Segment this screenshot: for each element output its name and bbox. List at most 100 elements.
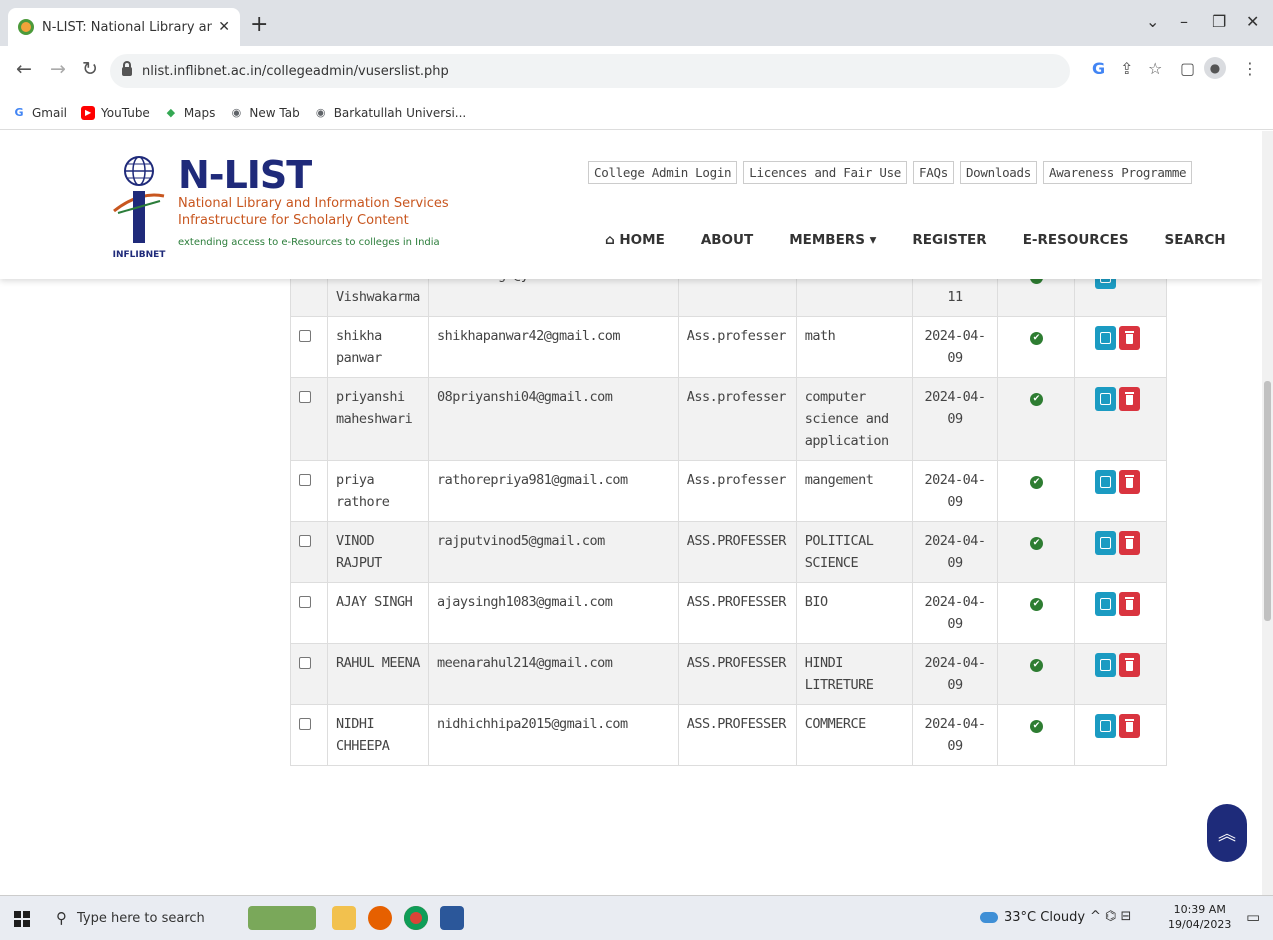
menu-dots-icon[interactable]: ⋮: [1242, 59, 1258, 78]
row-checkbox[interactable]: [299, 596, 311, 608]
delete-button[interactable]: [1119, 387, 1141, 411]
row-select-cell: [290, 643, 328, 705]
row-select-cell: [290, 704, 328, 766]
nav-register[interactable]: REGISTER: [912, 232, 986, 248]
site-favicon-icon: [18, 19, 34, 35]
tab-close-icon[interactable]: ✕: [218, 19, 230, 35]
edit-button[interactable]: [1095, 653, 1117, 677]
row-select-cell: [290, 377, 328, 461]
reload-icon[interactable]: ↻: [82, 58, 98, 80]
delete-button[interactable]: [1119, 470, 1141, 494]
share-icon[interactable]: ⇪: [1120, 59, 1133, 78]
row-checkbox[interactable]: [299, 535, 311, 547]
link-faqs[interactable]: FAQs: [913, 161, 954, 184]
back-to-top-button[interactable]: ︽: [1207, 804, 1247, 862]
close-window-icon[interactable]: ✕: [1246, 12, 1259, 31]
table-row: priyanshi maheshwari 08priyanshi04@gmail.…: [290, 377, 1167, 461]
link-downloads[interactable]: Downloads: [959, 161, 1037, 184]
user-designation: ASS.PROFESSER: [677, 582, 797, 644]
row-checkbox[interactable]: [299, 474, 311, 486]
page-scrollbar[interactable]: [1262, 131, 1273, 895]
taskbar-clock[interactable]: 10:39 AM 19/04/2023: [1168, 902, 1231, 932]
row-select-cell: [290, 521, 328, 583]
chrome-icon[interactable]: [404, 906, 428, 930]
row-checkbox[interactable]: [299, 657, 311, 669]
forward-arrow-icon[interactable]: →: [50, 58, 66, 80]
edit-button[interactable]: [1095, 470, 1117, 494]
bookmark-star-icon[interactable]: ☆: [1148, 59, 1162, 78]
bookmark-barkatullah[interactable]: ◉ Barkatullah Universi...: [314, 106, 466, 120]
link-awareness-programme[interactable]: Awareness Programme: [1042, 161, 1193, 184]
scrollbar-thumb[interactable]: [1264, 381, 1271, 621]
user-designation: Ass.professer: [677, 316, 797, 378]
table-row: NIDHI CHHEEPA nidhichhipa2015@gmail.com AS…: [290, 704, 1167, 766]
delete-button[interactable]: [1119, 653, 1141, 677]
status-cell: ✔: [997, 643, 1076, 705]
row-select-cell: [290, 316, 328, 378]
edit-button[interactable]: [1095, 387, 1117, 411]
back-arrow-icon[interactable]: ←: [16, 58, 32, 80]
row-checkbox[interactable]: [299, 391, 311, 403]
link-licences[interactable]: Licences and Fair Use: [743, 161, 908, 184]
table-row: shikha panwar shikhapanwar42@gmail.com Ass…: [290, 316, 1167, 378]
nav-eresources[interactable]: E-RESOURCES: [1023, 232, 1129, 248]
brand-title: N-LIST: [178, 153, 312, 197]
restore-icon[interactable]: ❐: [1212, 12, 1226, 31]
word-icon[interactable]: [440, 906, 464, 930]
url-text: nlist.inflibnet.ac.in/collegeadmin/vuser…: [142, 63, 449, 79]
active-check-icon: ✔: [1029, 659, 1043, 672]
tab-search-chevron-icon[interactable]: ⌄: [1146, 12, 1159, 31]
google-translate-icon[interactable]: G: [1092, 59, 1105, 78]
system-tray-icons[interactable]: ^ ⌬ ⊟: [1090, 909, 1131, 924]
bookmark-new-tab[interactable]: ◉ New Tab: [229, 106, 300, 120]
brand-block[interactable]: N-LIST National Library and Information …: [178, 155, 449, 248]
bookmark-maps[interactable]: ◆ Maps: [164, 106, 216, 120]
page-viewport: INFLIBNET N-LIST National Library and In…: [0, 131, 1262, 895]
weather-widget[interactable]: 33°C Cloudy: [980, 910, 1085, 925]
browser-tab[interactable]: N-LIST: National Library and Infor ✕: [8, 8, 240, 46]
brand-tagline: extending access to e-Resources to colle…: [178, 237, 440, 248]
profile-avatar-icon[interactable]: ●: [1204, 57, 1226, 79]
address-bar[interactable]: nlist.inflibnet.ac.in/collegeadmin/vuser…: [110, 54, 1070, 88]
edit-button[interactable]: [1095, 592, 1117, 616]
active-check-icon: ✔: [1029, 393, 1043, 406]
taskbar-search[interactable]: ⚲ Type here to search: [48, 896, 232, 940]
row-checkbox[interactable]: [299, 718, 311, 730]
side-panel-icon[interactable]: ▢: [1180, 59, 1195, 78]
new-tab-button[interactable]: +: [250, 12, 268, 37]
row-select-cell: [290, 460, 328, 522]
user-department: COMMERCE: [795, 704, 913, 766]
bookmark-youtube[interactable]: ▶ YouTube: [81, 105, 150, 120]
delete-button[interactable]: [1119, 326, 1141, 350]
edit-button[interactable]: [1095, 326, 1117, 350]
delete-button[interactable]: [1119, 531, 1141, 555]
notification-icon[interactable]: ▭: [1246, 908, 1260, 926]
double-chevron-up-icon: ︽: [1218, 824, 1236, 845]
active-check-icon: ✔: [1029, 476, 1043, 489]
nav-search[interactable]: SEARCH: [1165, 232, 1226, 248]
widgets-icon[interactable]: [248, 906, 316, 930]
link-college-admin-login[interactable]: College Admin Login: [588, 161, 738, 184]
table-row: VINOD RAJPUT rajputvinod5@gmail.com ASS.PR…: [290, 521, 1167, 583]
delete-button[interactable]: [1119, 714, 1141, 738]
windows-start-icon[interactable]: [14, 911, 30, 927]
nav-home[interactable]: ⌂ HOME: [605, 232, 665, 248]
bookmark-gmail[interactable]: G Gmail: [12, 106, 67, 120]
file-explorer-icon[interactable]: [332, 906, 356, 930]
actions-cell: [1074, 582, 1167, 644]
firefox-icon[interactable]: [368, 906, 392, 930]
status-cell: ✔: [997, 521, 1076, 583]
delete-button[interactable]: [1119, 592, 1141, 616]
minimize-icon[interactable]: –: [1180, 12, 1188, 31]
row-checkbox[interactable]: [299, 330, 311, 342]
edit-button[interactable]: [1095, 714, 1117, 738]
logo-caption: INFLIBNET: [113, 250, 167, 260]
nav-about[interactable]: ABOUT: [701, 232, 753, 248]
nav-members[interactable]: MEMBERS ▾: [789, 232, 876, 248]
user-name: priyanshi maheshwari: [326, 377, 429, 461]
user-department: HINDI LITRETURE: [795, 643, 913, 705]
user-department: BIO: [795, 582, 913, 644]
edit-button[interactable]: [1095, 531, 1117, 555]
actions-cell: [1074, 377, 1167, 461]
windows-taskbar: ⚲ Type here to search 33°C Cloudy ^ ⌬ ⊟ …: [0, 895, 1273, 940]
